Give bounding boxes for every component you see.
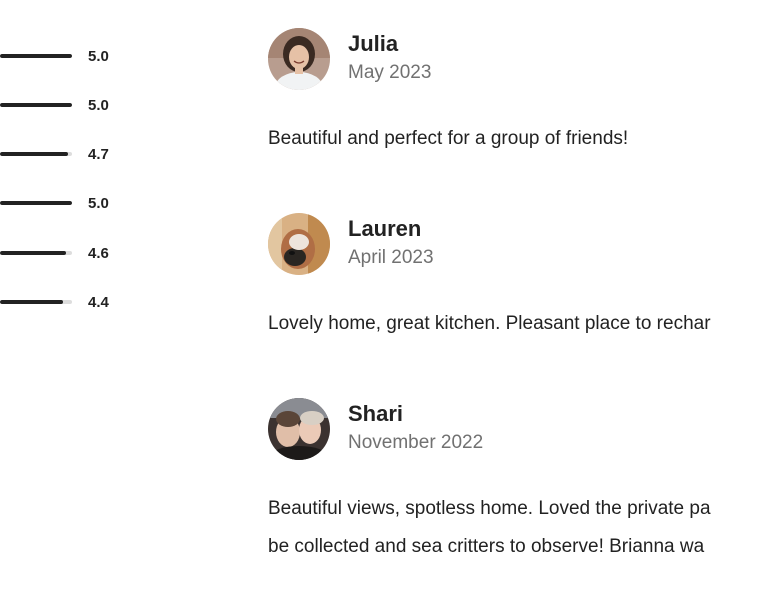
rating-bar-track bbox=[0, 251, 72, 255]
review-text: Beautiful and perfect for a group of fri… bbox=[268, 120, 778, 158]
review-item: Julia May 2023 Beautiful and perfect for… bbox=[268, 28, 778, 168]
review-text: Lovely home, great kitchen. Pleasant pla… bbox=[268, 305, 778, 343]
rating-bar-fill bbox=[0, 54, 72, 58]
rating-value: 5.0 bbox=[88, 97, 109, 114]
couple-avatar[interactable] bbox=[268, 398, 330, 460]
reviewer-name: Shari bbox=[348, 401, 404, 426]
rating-bar-fill bbox=[0, 251, 66, 255]
review-text-line: Beautiful views, spotless home. Loved th… bbox=[268, 498, 711, 519]
review-text-line: be collected and sea critters to observe… bbox=[268, 536, 705, 557]
rating-value: 5.0 bbox=[88, 195, 109, 212]
review-item: Shari November 2022 Beautiful views, spo… bbox=[268, 398, 778, 588]
rating-bar-track bbox=[0, 201, 72, 205]
woman-curly-hair-avatar[interactable] bbox=[268, 28, 330, 90]
review-date: April 2023 bbox=[348, 247, 434, 268]
rating-bar-track bbox=[0, 152, 72, 156]
review-text-line: Lovely home, great kitchen. Pleasant pla… bbox=[268, 313, 711, 334]
rating-row: 4.6 bbox=[0, 243, 140, 263]
rating-value: 4.7 bbox=[88, 146, 109, 163]
rating-bar-fill bbox=[0, 103, 72, 107]
rating-bar-track bbox=[0, 300, 72, 304]
review-date: May 2023 bbox=[348, 62, 432, 83]
reviews-page: 5.0 5.0 4.7 5.0 4.6 4.4 Julia May 2023 B… bbox=[0, 0, 778, 599]
rating-row: 5.0 bbox=[0, 193, 140, 213]
review-date: November 2022 bbox=[348, 432, 484, 453]
rating-row: 5.0 bbox=[0, 46, 140, 66]
reviewer-name: Julia bbox=[348, 31, 399, 56]
rating-bar-fill bbox=[0, 152, 68, 156]
rating-bar-fill bbox=[0, 201, 72, 205]
reviewer-name: Lauren bbox=[348, 216, 422, 241]
rating-value: 5.0 bbox=[88, 48, 109, 65]
review-text: Beautiful views, spotless home. Loved th… bbox=[268, 490, 778, 566]
rating-value: 4.6 bbox=[88, 245, 109, 262]
rating-bar-track bbox=[0, 103, 72, 107]
rating-bar-fill bbox=[0, 300, 63, 304]
review-text-line: Beautiful and perfect for a group of fri… bbox=[268, 128, 629, 149]
rating-row: 4.4 bbox=[0, 292, 140, 312]
rating-row: 4.7 bbox=[0, 144, 140, 164]
rating-breakdown: 5.0 5.0 4.7 5.0 4.6 4.4 bbox=[0, 0, 140, 340]
rating-row: 5.0 bbox=[0, 95, 140, 115]
review-item: Lauren April 2023 Lovely home, great kit… bbox=[268, 213, 778, 353]
dog-avatar[interactable] bbox=[268, 213, 330, 275]
rating-value: 4.4 bbox=[88, 294, 109, 311]
rating-bar-track bbox=[0, 54, 72, 58]
review-list: Julia May 2023 Beautiful and perfect for… bbox=[268, 0, 778, 599]
